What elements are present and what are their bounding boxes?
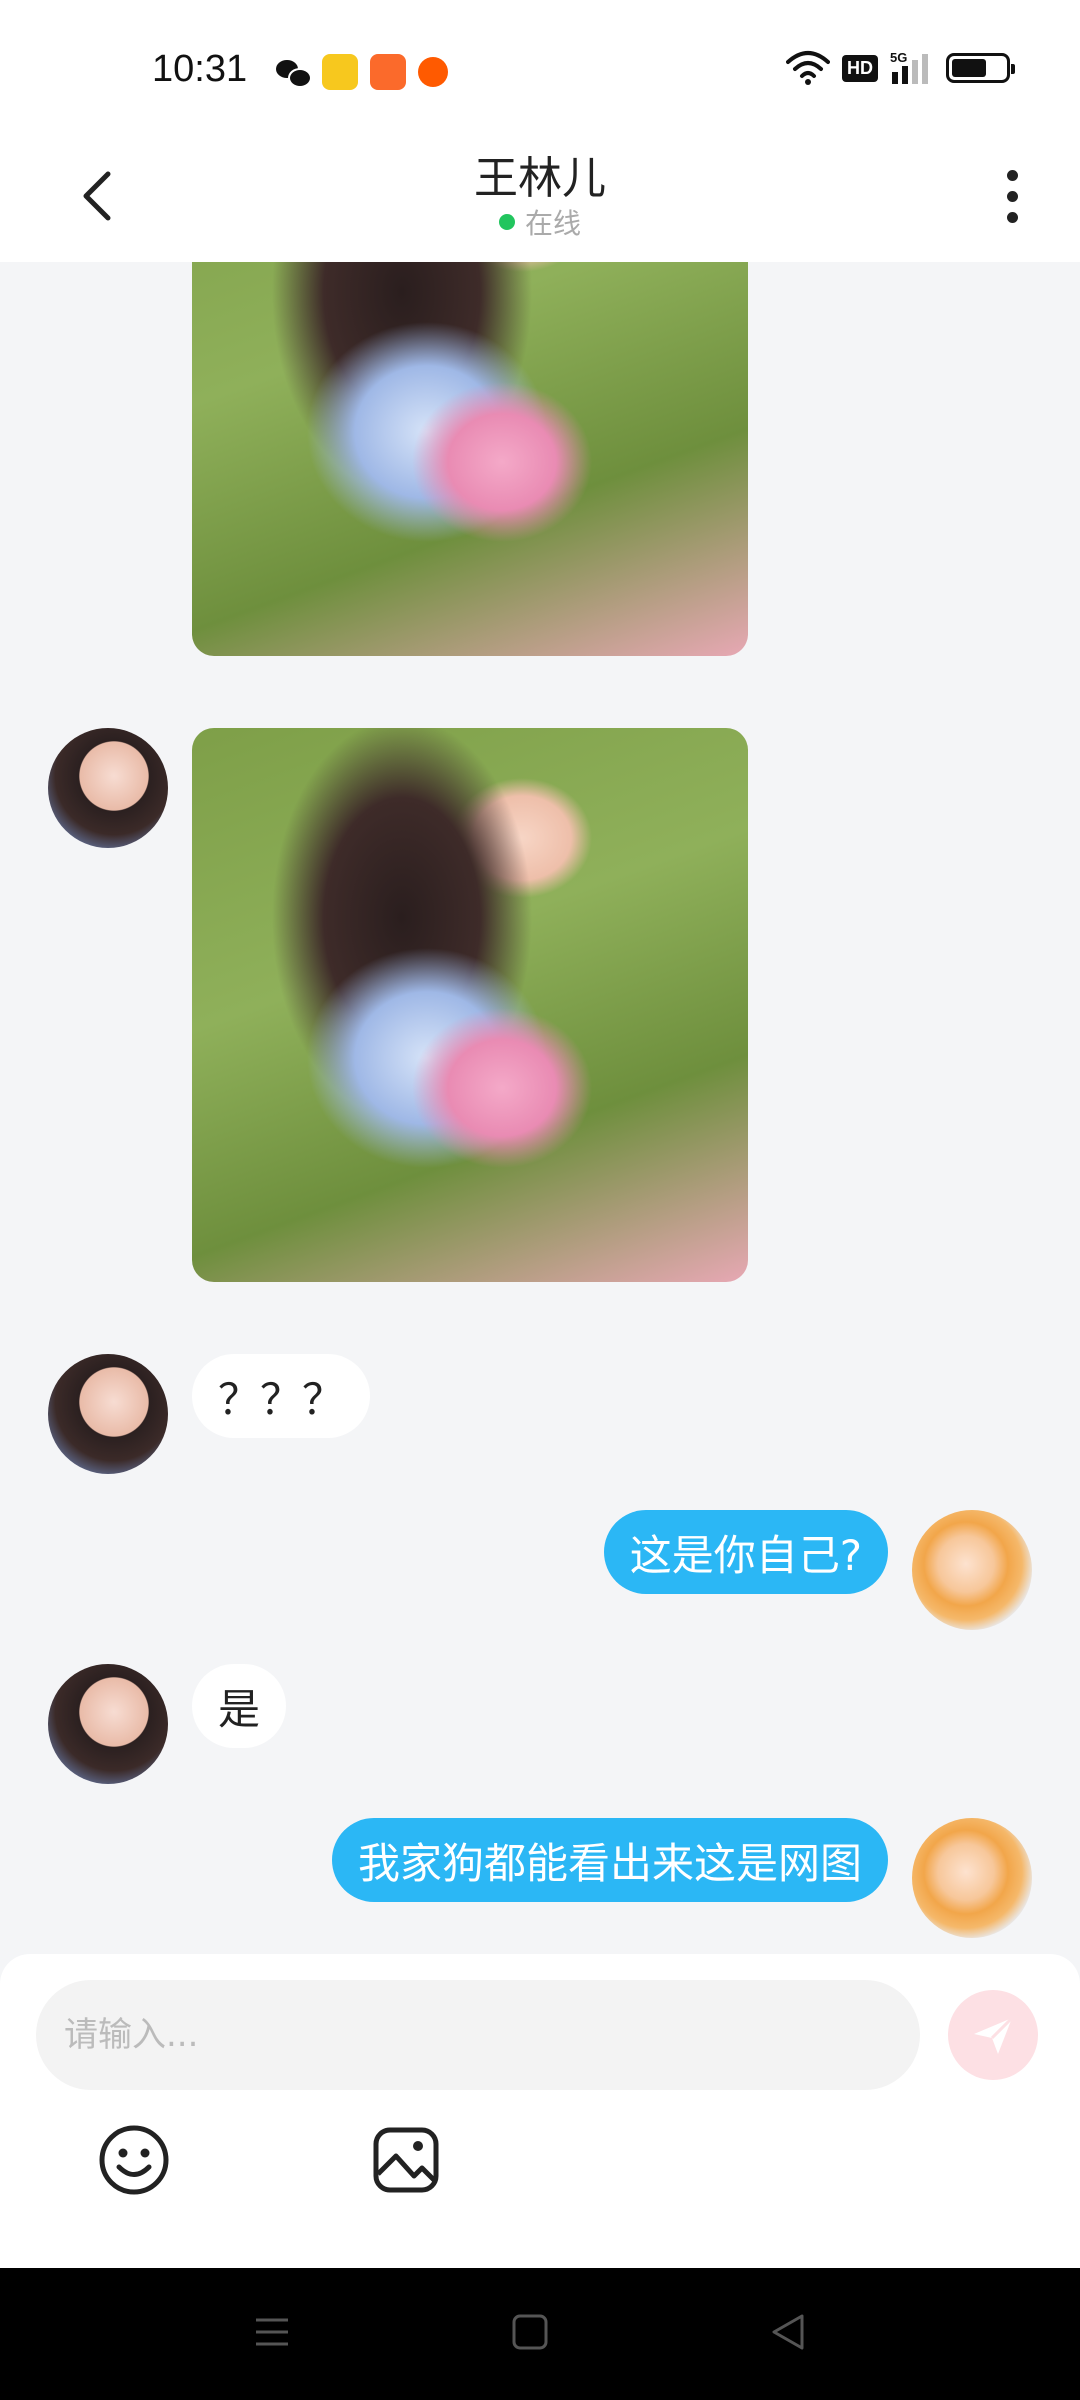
send-button[interactable] <box>948 1990 1038 2080</box>
message-input[interactable] <box>36 1980 920 2090</box>
more-dot-icon <box>1006 169 1018 181</box>
wifi-icon <box>786 51 830 85</box>
image-icon <box>373 2127 439 2193</box>
svg-text:5G: 5G <box>890 50 907 65</box>
menu-icon <box>256 2318 288 2346</box>
user-avatar[interactable] <box>912 1818 1032 1938</box>
message-image[interactable] <box>192 728 748 1282</box>
message-bubble-incoming[interactable]: ？？？ <box>192 1354 371 1438</box>
online-status-text: 在线 <box>524 207 581 240</box>
back-icon <box>772 2314 804 2350</box>
notification-icons <box>274 54 448 90</box>
hd-badge: HD <box>842 54 878 82</box>
status-time: 10:31 <box>152 48 248 90</box>
contact-avatar[interactable] <box>48 1664 168 1784</box>
emoji-button[interactable] <box>96 2122 172 2198</box>
user-avatar[interactable] <box>912 1510 1032 1630</box>
message-image[interactable] <box>192 262 748 656</box>
online-status: 在线 <box>0 202 1080 242</box>
nav-menu-button[interactable] <box>240 2300 304 2364</box>
battery-level <box>952 59 986 77</box>
taobao-icon <box>418 57 448 87</box>
input-panel <box>0 1954 1080 2268</box>
more-options-button[interactable] <box>992 158 1032 234</box>
system-nav-bar <box>0 2268 1080 2400</box>
chat-header: 王林儿 在线 <box>0 130 1080 262</box>
message-bubble-outgoing[interactable]: 我家狗都能看出来这是网图 <box>331 1818 888 1902</box>
online-dot <box>498 214 515 230</box>
nav-home-button[interactable] <box>498 2300 562 2364</box>
home-icon <box>512 2314 548 2350</box>
message-bubble-incoming[interactable]: 是 <box>192 1664 287 1748</box>
battery-icon <box>946 53 1015 83</box>
message-list[interactable]: ？？？ 这是你自己? 是 我家狗都能看出来这是网图 <box>0 262 1080 1954</box>
send-icon <box>974 2016 1014 2054</box>
more-dot-icon <box>1006 211 1018 223</box>
signal-icon: 5G <box>890 50 928 84</box>
more-dot-icon <box>1006 190 1018 202</box>
message-bubble-outgoing[interactable]: 这是你自己? <box>603 1510 888 1594</box>
nav-back-button[interactable] <box>756 2300 820 2364</box>
wechat-icon <box>274 54 312 90</box>
contact-name: 王林儿 <box>474 153 606 204</box>
system-icons: HD 5G <box>786 50 1015 86</box>
kuaishou-icon <box>370 54 406 90</box>
contact-avatar[interactable] <box>48 728 168 848</box>
status-bar: 10:31 HD 5G <box>0 0 1080 130</box>
image-button[interactable] <box>368 2122 444 2198</box>
contact-avatar[interactable] <box>48 1354 168 1474</box>
emoji-icon <box>99 2125 169 2195</box>
seven-app-icon <box>322 54 358 90</box>
